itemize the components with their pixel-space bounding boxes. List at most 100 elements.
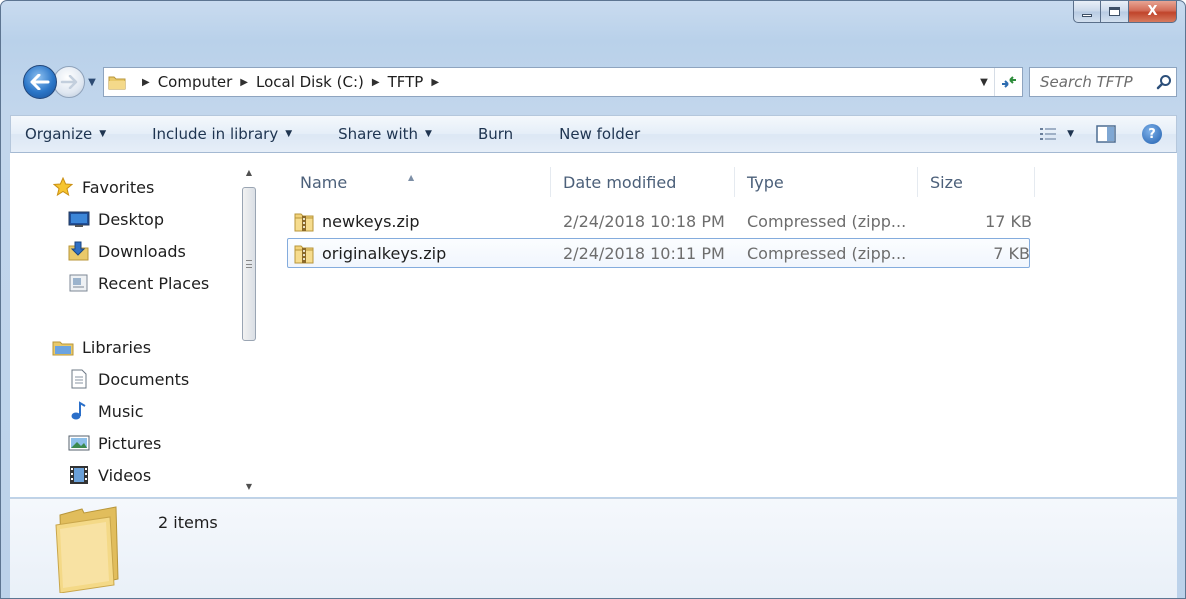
column-header-date-modified[interactable]: Date modified [551,167,735,197]
view-details-icon [1040,128,1057,140]
recent-pages-dropdown[interactable]: ▼ [85,77,99,88]
downloads-icon [68,241,90,261]
explorer-window: X ▼ ▶ Computer ▶ Local Disk (C:) ▶ TFTP … [0,0,1186,599]
nav-favorites-label: Favorites [82,177,155,197]
folder-icon [108,76,126,90]
organize-button[interactable]: Organize ▼ [25,125,106,143]
preview-pane-button[interactable] [1096,125,1116,143]
breadcrumb-arrow-icon[interactable]: ▶ [431,77,439,88]
chevron-down-icon: ▼ [285,129,293,139]
preview-pane-icon [1096,125,1116,143]
scrollbar-track[interactable] [242,187,256,475]
share-with-label: Share with [338,125,419,143]
column-header-date-label: Date modified [563,172,677,192]
pane-splitter[interactable] [262,153,288,497]
maximize-icon [1109,7,1120,16]
navigation-pane: Favorites Desktop Downloads Recent Place… [10,153,262,497]
address-history-dropdown[interactable]: ▼ [974,77,994,88]
minimize-button[interactable] [1073,1,1101,23]
documents-icon [68,369,90,389]
column-header-size-label: Size [930,172,963,192]
nav-videos[interactable]: Videos [68,465,151,485]
table-row[interactable]: originalkeys.zip 2/24/2018 10:11 PM Comp… [287,238,1030,268]
close-button[interactable]: X [1129,1,1177,23]
nav-libraries[interactable]: Libraries [52,337,151,357]
zip-folder-icon [294,213,314,232]
scrollbar-thumb[interactable] [242,187,256,341]
zip-folder-icon [294,245,314,264]
command-bar: Organize ▼ Include in library ▼ Share with… [10,115,1177,153]
nav-downloads[interactable]: Downloads [68,241,186,261]
desktop-icon [68,209,90,229]
include-in-library-label: Include in library [152,125,279,143]
size-cell: 17 KB [985,211,1032,231]
chevron-down-icon: ▼ [425,129,432,139]
libraries-icon [52,337,74,357]
type-cell: Compressed (zipp... [747,211,907,231]
sort-ascending-icon: ▲ [408,173,415,182]
search-box[interactable]: Search TFTP [1029,67,1177,97]
nav-music-label: Music [98,401,144,421]
help-button[interactable]: ? [1142,124,1162,144]
back-button[interactable] [23,65,57,99]
new-folder-button[interactable]: New folder [559,125,640,143]
nav-documents-label: Documents [98,369,190,389]
forward-button[interactable] [53,66,85,98]
file-name: newkeys.zip [322,211,420,231]
videos-icon [68,465,90,485]
nav-music[interactable]: Music [68,401,144,421]
breadcrumb-local-disk[interactable]: Local Disk (C:) [256,73,364,91]
breadcrumb-arrow-icon[interactable]: ▶ [142,77,150,88]
search-icon[interactable] [1152,74,1176,90]
breadcrumb-computer[interactable]: Computer [158,73,233,91]
grip-icon [246,260,252,268]
refresh-icon [1001,76,1016,88]
column-header-size[interactable]: Size [918,167,1035,197]
nav-desktop-label: Desktop [98,209,164,229]
breadcrumb-arrow-icon[interactable]: ▶ [372,77,380,88]
nav-pictures-label: Pictures [98,433,162,453]
navigation-bar: ▼ ▶ Computer ▶ Local Disk (C:) ▶ TFTP ▶ … [23,63,1177,101]
breadcrumb-arrow-icon[interactable]: ▶ [240,77,248,88]
folder-icon [55,506,119,593]
burn-button[interactable]: Burn [478,125,513,143]
content-area: Favorites Desktop Downloads Recent Place… [10,153,1177,497]
type-cell: Compressed (zipp... [747,243,907,263]
size-cell: 7 KB [993,243,1030,263]
column-header-name[interactable]: ▲ Name [288,167,551,197]
scroll-up-icon[interactable]: ▲ [237,161,261,183]
nav-downloads-label: Downloads [98,241,186,261]
file-list-empty-area[interactable] [288,271,1177,497]
star-icon [52,177,74,197]
nav-recent-places[interactable]: Recent Places [68,273,209,293]
nav-pictures[interactable]: Pictures [68,433,161,453]
column-header-type[interactable]: Type [735,167,918,197]
details-pane: 2 items [10,498,1177,598]
file-name-cell[interactable]: originalkeys.zip [294,239,446,267]
nav-documents[interactable]: Documents [68,369,189,389]
nav-desktop[interactable]: Desktop [68,209,164,229]
item-count: 2 items [158,513,218,532]
file-name-cell[interactable]: newkeys.zip [294,207,420,235]
refresh-button[interactable] [994,68,1022,96]
search-input[interactable]: Search TFTP [1040,73,1152,91]
navigation-pane-scrollbar[interactable]: ▲ ▼ [237,161,261,497]
burn-label: Burn [477,125,514,143]
breadcrumb-tftp[interactable]: TFTP [388,73,424,91]
table-row[interactable]: newkeys.zip 2/24/2018 10:18 PM Compresse… [288,207,1032,237]
address-bar[interactable]: ▶ Computer ▶ Local Disk (C:) ▶ TFTP ▶ ▼ [103,67,1023,97]
nav-favorites[interactable]: Favorites [52,177,154,197]
include-in-library-button[interactable]: Include in library ▼ [152,125,292,143]
maximize-button[interactable] [1101,1,1129,23]
scroll-down-icon[interactable]: ▼ [237,475,261,497]
pictures-icon [68,433,90,453]
caption-buttons: X [1073,1,1177,23]
organize-label: Organize [25,125,93,143]
share-with-button[interactable]: Share with ▼ [338,125,432,143]
change-view-button[interactable]: ▼ [1039,127,1074,141]
chevron-down-icon[interactable]: ▼ [1067,129,1074,139]
file-name: originalkeys.zip [322,243,447,263]
recent-places-icon [68,273,90,293]
nav-videos-label: Videos [98,465,152,485]
forward-arrow-icon [60,75,78,89]
